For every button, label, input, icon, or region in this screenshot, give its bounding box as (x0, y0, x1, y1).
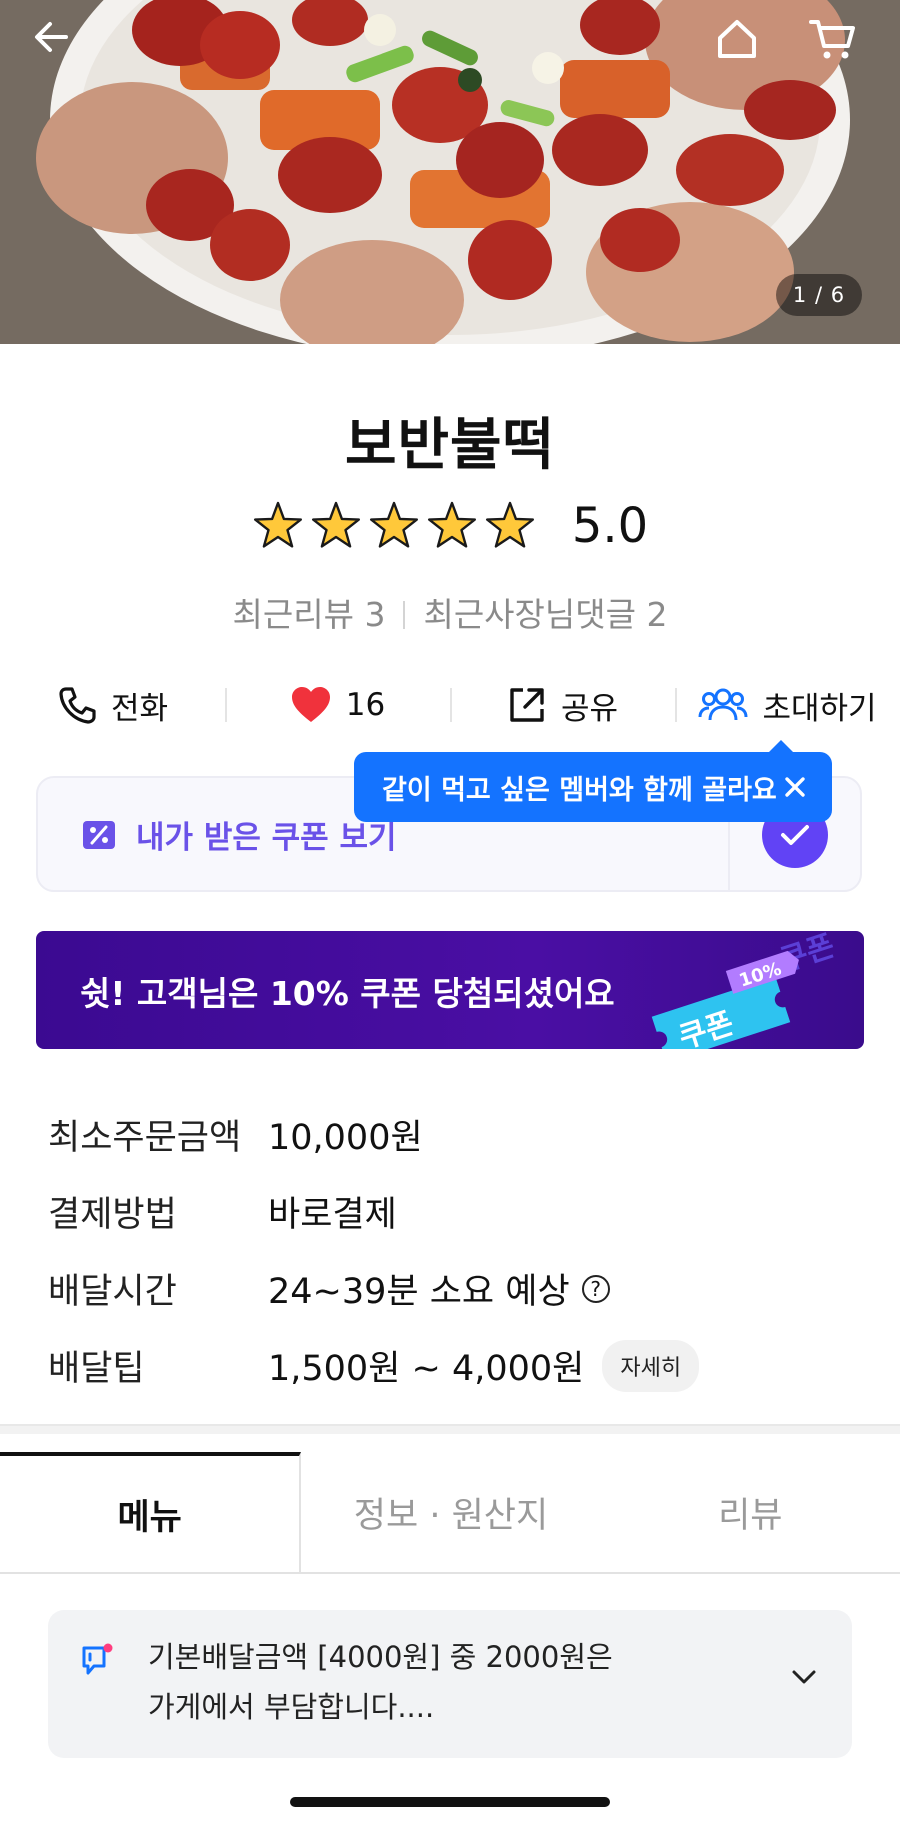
like-count: 16 (345, 687, 386, 723)
cart-button[interactable] (808, 16, 868, 76)
tooltip-text: 같이 먹고 싶은 멤버와 함께 골라요 (382, 774, 777, 806)
notice-line: 기본배달금액 [4000원] 중 2000원은 (148, 1640, 613, 1674)
home-indicator (290, 1797, 610, 1807)
recent-reviews-link[interactable]: 최근리뷰 3 (233, 595, 386, 634)
tab-reviews[interactable]: 리뷰 (601, 1452, 900, 1572)
like-button[interactable]: 16 (225, 670, 450, 740)
image-counter: 1 / 6 (776, 274, 862, 316)
rating-score: 5.0 (571, 498, 649, 554)
help-icon[interactable]: ? (581, 1274, 610, 1303)
chevron-down-icon[interactable] (790, 1668, 818, 1686)
share-icon (510, 688, 544, 722)
info-value: 1,500원 ~ 4,000원 (268, 1349, 585, 1389)
info-value: 바로결제 (268, 1195, 397, 1235)
star-icon (369, 501, 418, 548)
rating-row: 5.0 (0, 498, 900, 554)
store-info: 최소주문금액 10,000원 결제방법 바로결제 배달시간 24~39분 소요 … (48, 1096, 868, 1404)
store-name: 보반불떡 (344, 413, 556, 478)
star-icon (311, 501, 360, 548)
invite-label: 초대하기 (762, 690, 877, 727)
home-icon (718, 20, 756, 58)
info-row-payment: 결제방법 바로결제 (48, 1173, 868, 1250)
tab-menu[interactable]: 메뉴 (0, 1452, 302, 1572)
star-icon (485, 501, 534, 548)
tab-bar: 메뉴 정보 · 원산지 리뷰 (0, 1452, 900, 1574)
owner-replies-link[interactable]: 최근사장님댓글 2 (423, 595, 667, 634)
invite-tooltip: 같이 먹고 싶은 멤버와 함께 골라요 (354, 740, 832, 822)
home-button[interactable] (714, 16, 774, 76)
action-bar: 전화 16 공유 초대하기 (0, 670, 900, 740)
coupon-banner[interactable]: 쉿! 고객님은 10% 쿠폰 당첨되셨어요 쿠폰 쿠폰 10% (36, 931, 864, 1049)
info-key: 배달팁 (48, 1349, 145, 1389)
info-row-delivery-time: 배달시간 24~39분 소요 예상 ? (48, 1250, 868, 1327)
share-button[interactable]: 공유 (450, 670, 675, 740)
coupon-ticket-icon: 쿠폰 쿠폰 10% (651, 931, 839, 1049)
invite-button[interactable]: 초대하기 (675, 670, 900, 740)
hero-image[interactable]: 1 / 6 (0, 0, 900, 344)
info-key: 최소주문금액 (48, 1118, 242, 1158)
info-value: 24~39분 소요 예상 (268, 1272, 570, 1312)
star-icon (253, 501, 302, 548)
heart-icon (291, 687, 330, 722)
store-notice[interactable]: 기본배달금액 [4000원] 중 2000원은 가게에서 부담합니다.... (48, 1610, 852, 1758)
info-row-delivery-tip: 배달팁 1,500원 ~ 4,000원 자세히 (48, 1327, 868, 1404)
group-icon (698, 688, 748, 721)
section-divider (0, 1424, 900, 1434)
back-button[interactable] (30, 16, 90, 76)
tab-info-origin[interactable]: 정보 · 원산지 (301, 1452, 600, 1572)
info-value: 10,000원 (268, 1118, 423, 1158)
call-label: 전화 (110, 690, 169, 727)
info-key: 결제방법 (48, 1195, 177, 1235)
info-key: 배달시간 (48, 1272, 177, 1312)
info-row-min-order: 최소주문금액 10,000원 (48, 1096, 868, 1173)
notice-line: 가게에서 부담합니다.... (148, 1690, 435, 1724)
banner-text: 쉿! 고객님은 10% 쿠폰 당첨되셨어요 (80, 974, 615, 1013)
my-coupons-link[interactable]: 내가 받은 쿠폰 보기 (82, 812, 397, 857)
details-button[interactable]: 자세히 (602, 1339, 700, 1392)
notice-icon (82, 1643, 113, 1675)
cart-icon (809, 20, 855, 59)
check-icon (781, 825, 809, 845)
divider (403, 601, 406, 629)
arrow-left-icon (35, 22, 68, 52)
call-button[interactable]: 전화 (0, 670, 225, 740)
star-icon (427, 501, 476, 548)
notice-text: 기본배달금액 [4000원] 중 2000원은 가게에서 부담합니다.... (148, 1632, 613, 1732)
star-rating (253, 501, 534, 548)
share-label: 공유 (560, 690, 619, 727)
review-summary: 최근리뷰 3 최근사장님댓글 2 (0, 588, 900, 636)
coupon-icon (83, 820, 115, 849)
phone-icon (59, 687, 96, 724)
close-icon[interactable] (780, 772, 810, 802)
